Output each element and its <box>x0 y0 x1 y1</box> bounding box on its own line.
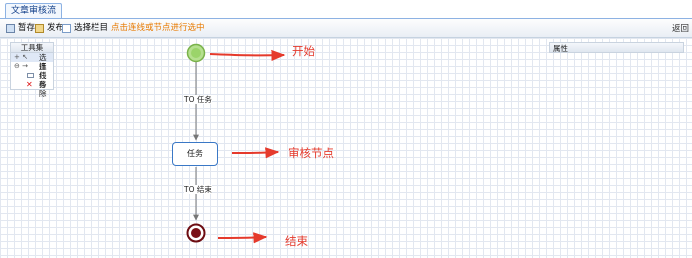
flow-diagram <box>186 43 286 244</box>
annotation-arrow-start <box>209 49 286 62</box>
annotation-start: 开始 <box>292 44 315 58</box>
annotation-review: 审核节点 <box>288 146 334 160</box>
start-node-inner <box>191 48 201 58</box>
edge-label-to-task[interactable]: TO 任务 <box>184 95 212 104</box>
task-node[interactable]: 任务 <box>172 142 218 166</box>
edge-label-to-end[interactable]: TO 结束 <box>184 185 212 194</box>
end-node-inner <box>191 228 201 238</box>
annotation-arrow-review <box>231 147 280 159</box>
annotation-arrow-end <box>217 232 268 244</box>
annotation-end: 结束 <box>285 234 308 248</box>
